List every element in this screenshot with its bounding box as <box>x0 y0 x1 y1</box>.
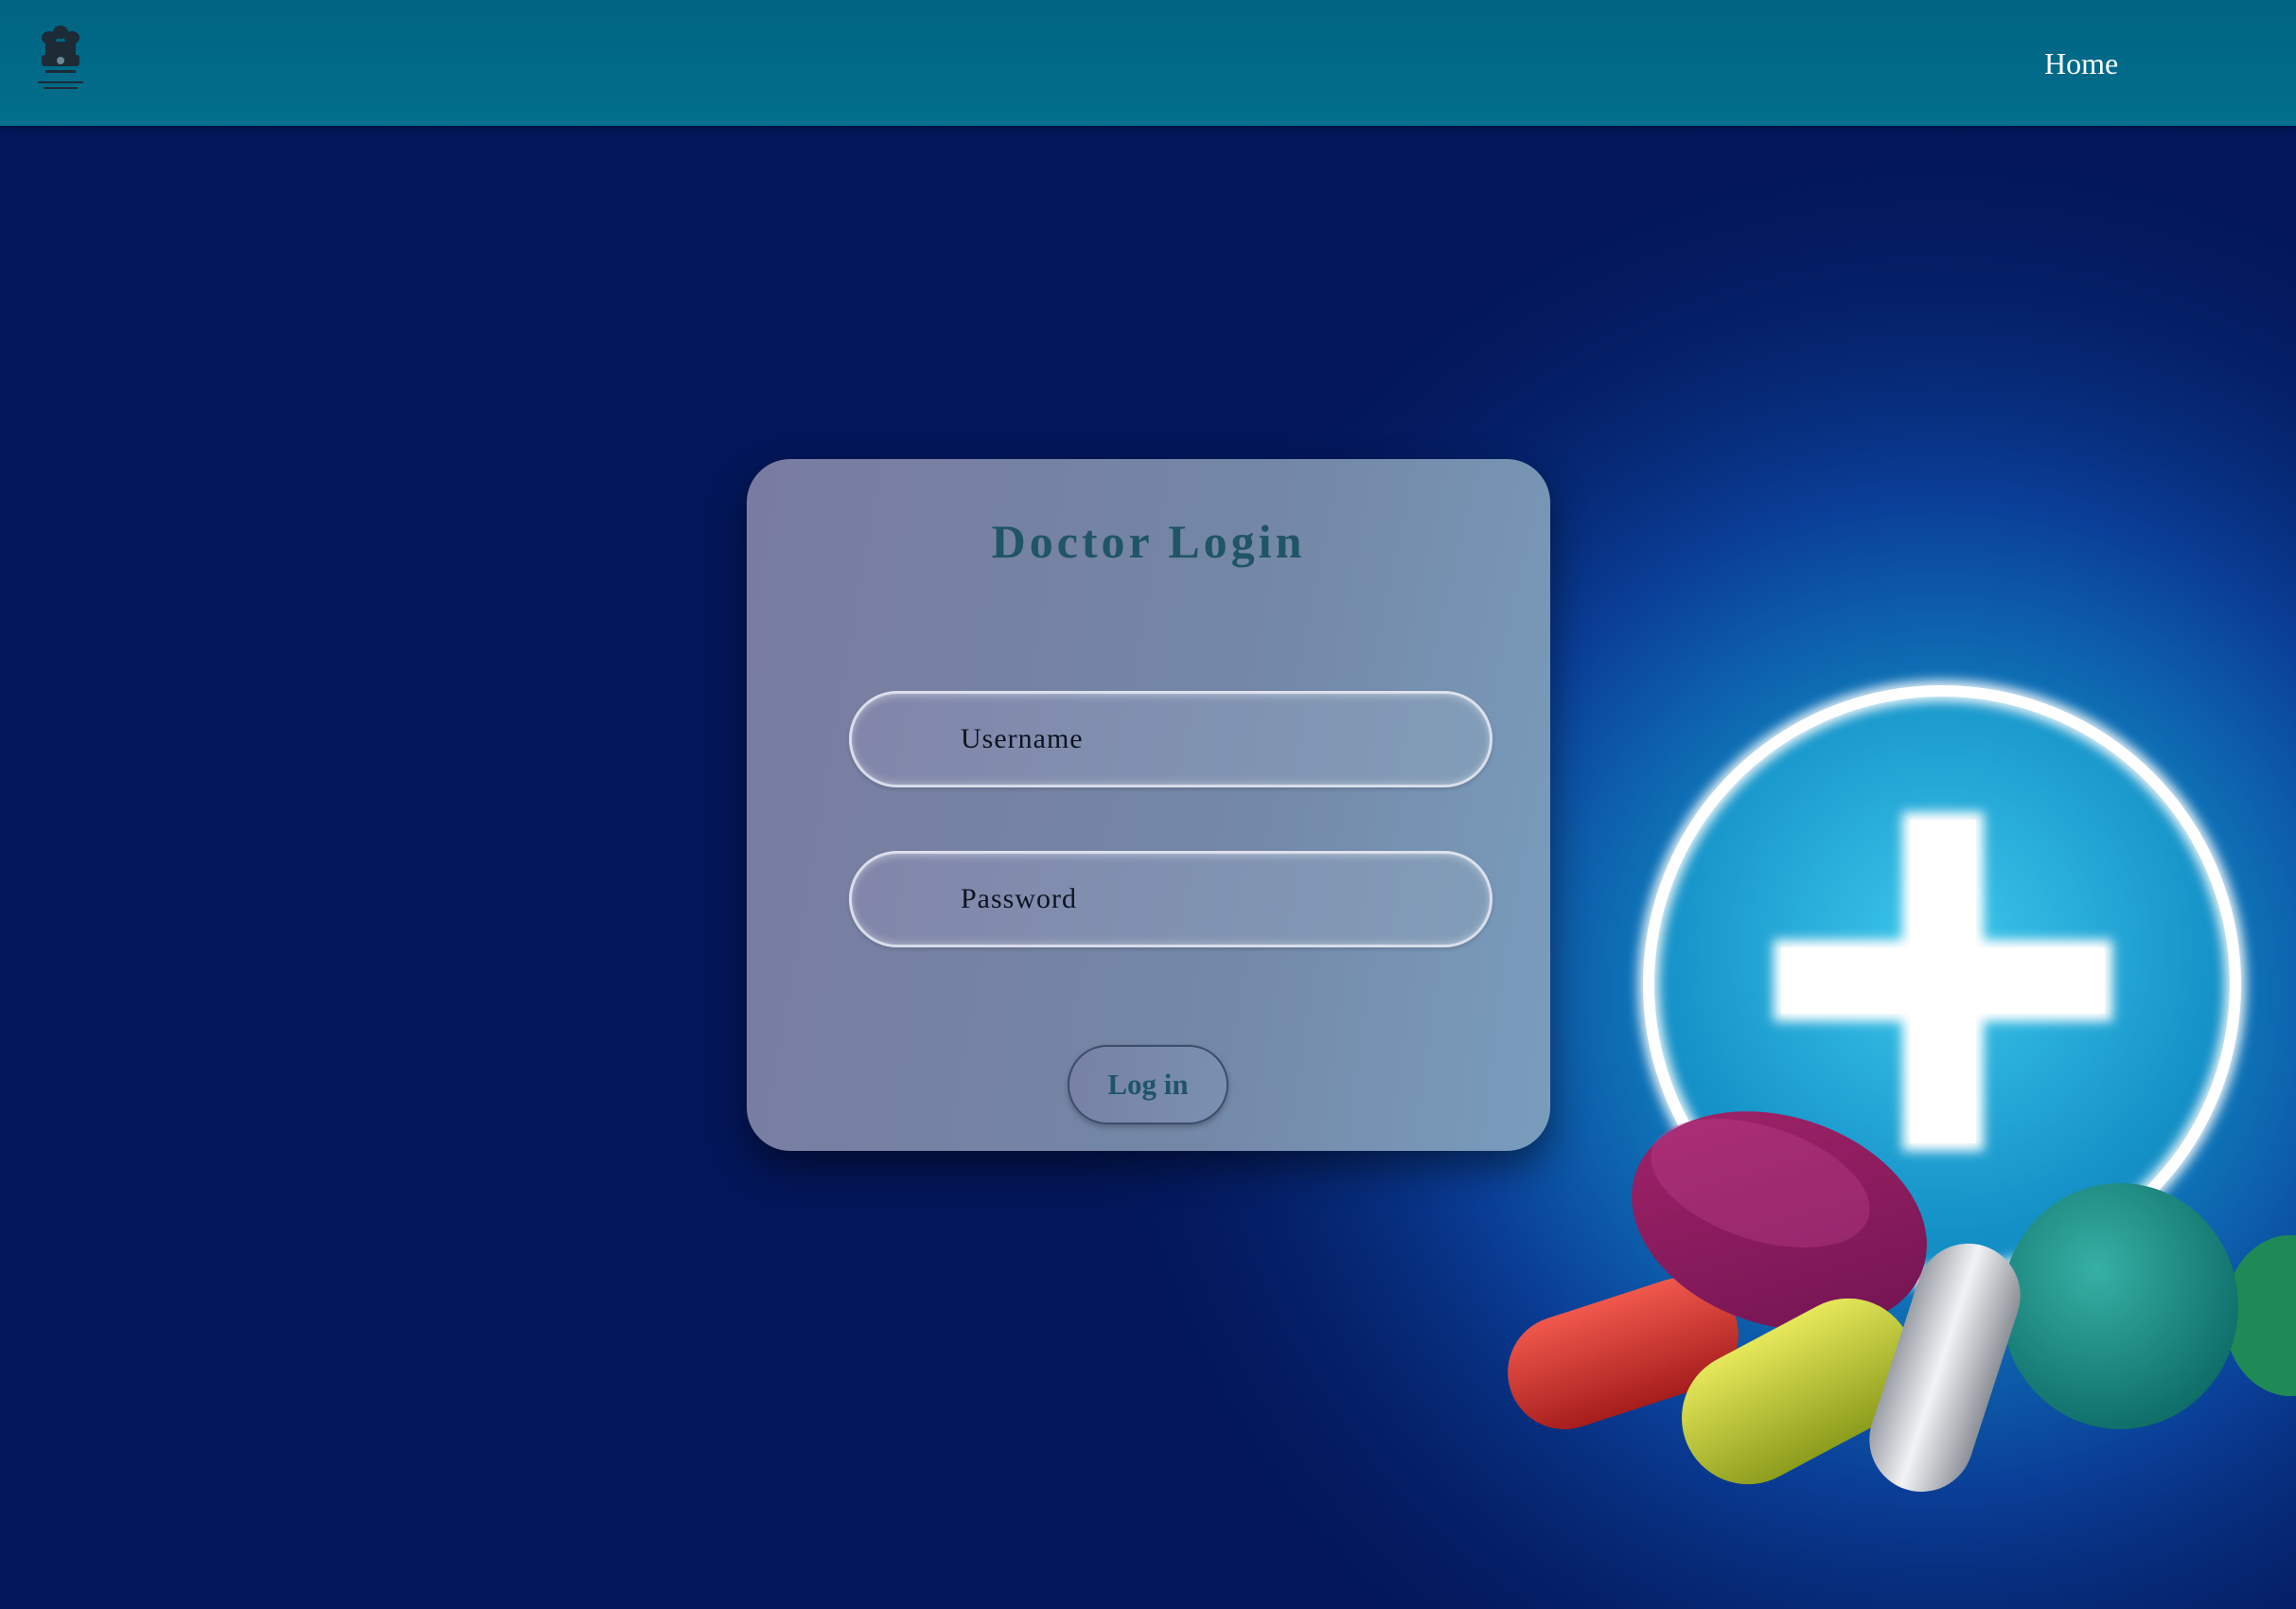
login-title: Doctor Login <box>991 515 1306 568</box>
login-button[interactable]: Log in <box>1068 1045 1228 1124</box>
nav-home-link[interactable]: Home <box>2044 40 2118 87</box>
password-field <box>849 851 1492 947</box>
password-input[interactable] <box>849 851 1492 947</box>
login-card: Doctor Login Log in <box>747 459 1550 1151</box>
top-navbar: Home <box>0 0 2296 126</box>
national-emblem-icon[interactable] <box>32 21 89 102</box>
username-input[interactable] <box>849 691 1492 787</box>
username-field <box>849 691 1492 787</box>
page: Home Doctor Login Log in <box>0 0 2296 1609</box>
